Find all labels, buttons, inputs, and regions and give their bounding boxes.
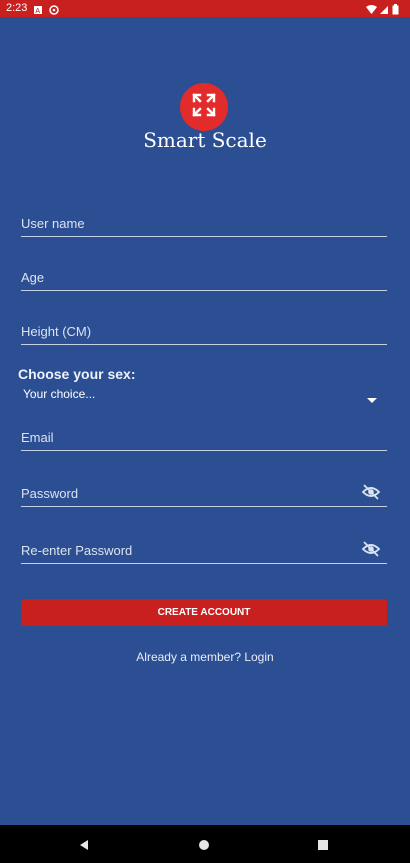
- height-label: Height (CM): [21, 324, 92, 339]
- create-account-button[interactable]: CREATE ACCOUNT: [21, 599, 387, 626]
- sex-heading: Choose your sex:: [18, 366, 136, 382]
- password-visibility-off-icon[interactable]: [361, 482, 381, 502]
- sex-select[interactable]: Your choice...: [23, 386, 383, 404]
- app-name: Smart Scale: [143, 128, 267, 152]
- app-logo: [180, 83, 228, 131]
- status-left: 2:23 A: [6, 0, 60, 17]
- username-field[interactable]: User name: [21, 216, 387, 237]
- age-field[interactable]: Age: [21, 270, 387, 291]
- location-icon: [49, 4, 60, 15]
- password-label: Password: [21, 486, 79, 501]
- dropdown-arrow-icon[interactable]: [367, 391, 377, 403]
- back-icon[interactable]: [78, 838, 90, 850]
- reenter-password-field[interactable]: Re-enter Password: [21, 541, 387, 564]
- age-label: Age: [21, 270, 45, 285]
- expand-arrows-icon: [190, 91, 218, 124]
- status-bar: 2:23 A: [0, 0, 410, 17]
- email-field[interactable]: Email: [21, 430, 387, 451]
- svg-text:A: A: [36, 8, 41, 15]
- status-time: 2:23: [6, 2, 28, 14]
- status-right: [366, 0, 402, 17]
- username-label: User name: [21, 216, 85, 231]
- recents-icon[interactable]: [317, 838, 329, 850]
- navigation-bar: [0, 825, 410, 863]
- reenter-password-label: Re-enter Password: [21, 543, 133, 558]
- login-link[interactable]: Already a member? Login: [0, 650, 410, 664]
- sex-select-value: Your choice...: [23, 387, 96, 401]
- home-icon[interactable]: [198, 838, 210, 850]
- password-field[interactable]: Password: [21, 484, 387, 507]
- height-field[interactable]: Height (CM): [21, 324, 387, 345]
- sim-card-icon: A: [33, 4, 43, 15]
- battery-icon: [392, 3, 402, 14]
- wifi-icon: [366, 4, 377, 14]
- signal-icon: [379, 4, 389, 14]
- email-label: Email: [21, 430, 54, 445]
- reenter-password-visibility-off-icon[interactable]: [361, 539, 381, 559]
